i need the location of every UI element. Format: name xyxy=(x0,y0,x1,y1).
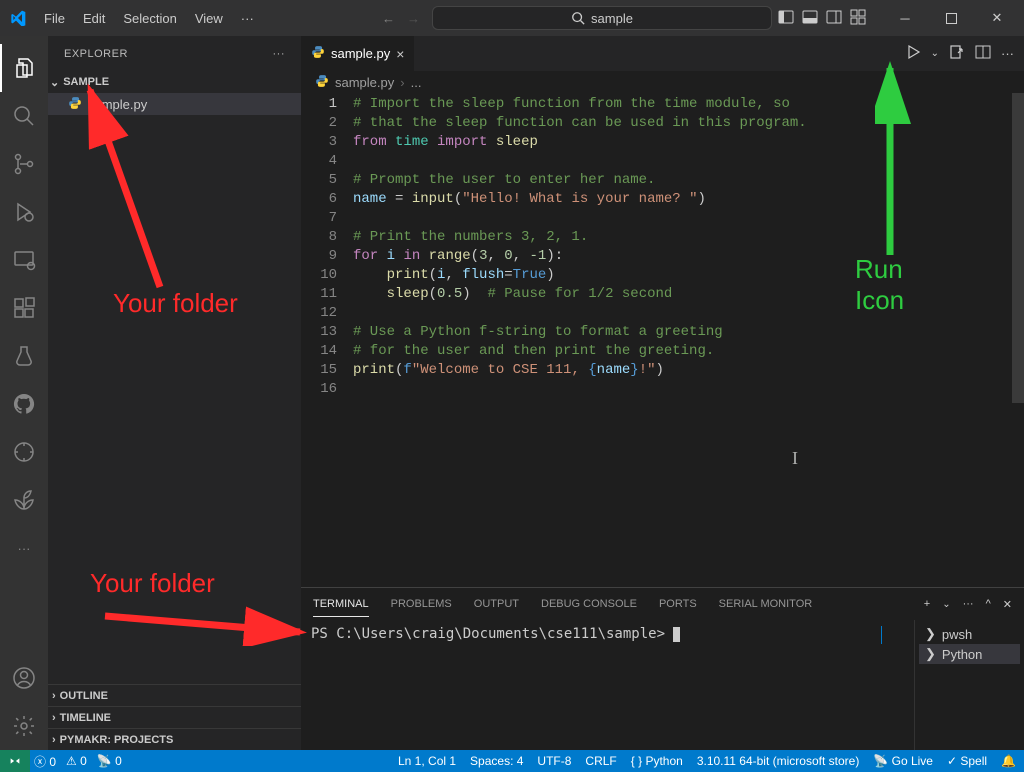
activity-bar: ··· xyxy=(0,36,48,750)
shell-icon: ❯ xyxy=(925,626,936,642)
editor-more-icon[interactable]: ··· xyxy=(1001,46,1014,61)
title-bar: File Edit Selection View ··· ← → sample … xyxy=(0,0,1024,36)
window-close-icon[interactable]: ✕ xyxy=(974,0,1020,36)
nav-forward-icon[interactable]: → xyxy=(407,11,420,26)
terminal-entry-python[interactable]: ❯Python xyxy=(919,644,1020,664)
shell-icon: ❯ xyxy=(925,646,936,662)
terminal-entry-pwsh[interactable]: ❯pwsh xyxy=(919,624,1020,644)
settings-gear-icon[interactable] xyxy=(0,702,48,750)
terminal-cursor xyxy=(673,627,680,642)
breadcrumb-file: sample.py xyxy=(335,75,394,90)
github-icon[interactable] xyxy=(0,380,48,428)
menu-edit[interactable]: Edit xyxy=(75,7,113,30)
go-live-status[interactable]: 📡 Go Live xyxy=(873,754,933,768)
breadcrumb[interactable]: sample.py › ... xyxy=(301,71,1024,93)
new-terminal-icon[interactable]: + xyxy=(924,592,930,616)
python-file-icon xyxy=(68,96,82,113)
language-status[interactable]: { } Python xyxy=(631,754,683,768)
accounts-icon[interactable] xyxy=(0,654,48,702)
customize-layout-icon[interactable] xyxy=(850,9,866,28)
tab-problems[interactable]: PROBLEMS xyxy=(391,592,452,616)
status-bar: ⓧ 0 ⚠ 0 📡 0 Ln 1, Col 1 Spaces: 4 UTF-8 … xyxy=(0,750,1024,772)
tab-terminal[interactable]: TERMINAL xyxy=(313,592,369,617)
indentation-status[interactable]: Spaces: 4 xyxy=(470,754,523,768)
go-file-icon[interactable] xyxy=(949,44,965,63)
run-play-icon[interactable] xyxy=(905,44,921,63)
explorer-sidebar: EXPLORER ··· ⌄ SAMPLE sample.py ›OUTLINE… xyxy=(48,36,301,750)
tab-ports[interactable]: PORTS xyxy=(659,592,697,616)
search-activity-icon[interactable] xyxy=(0,92,48,140)
spell-status[interactable]: ✓ Spell xyxy=(947,754,987,768)
scrollbar[interactable] xyxy=(1012,93,1024,403)
command-center-search[interactable]: sample xyxy=(432,6,772,30)
radio-status[interactable]: 📡 0 xyxy=(97,754,122,768)
editor-group: sample.py × ⌄ ··· sample.py › ... 123456… xyxy=(301,36,1024,750)
errors-status[interactable]: ⓧ 0 xyxy=(34,753,56,770)
terminal-prompt: PS C:\Users\craig\Documents\cse111\sampl… xyxy=(311,626,673,642)
layout-sidebar-right-icon[interactable] xyxy=(826,9,842,28)
code-content[interactable]: # Import the sleep function from the tim… xyxy=(353,93,1024,587)
window-maximize-icon[interactable] xyxy=(928,0,974,36)
sidebar-more-icon[interactable]: ··· xyxy=(273,48,286,60)
target-icon[interactable] xyxy=(0,428,48,476)
more-activity-icon[interactable]: ··· xyxy=(0,524,48,572)
terminal-more-icon[interactable]: ··· xyxy=(963,592,974,616)
python-file-icon xyxy=(315,74,329,91)
vscode-logo-icon xyxy=(4,10,32,26)
menu-view[interactable]: View xyxy=(187,7,231,30)
terminal-list: ❯pwsh ❯Python xyxy=(914,620,1024,750)
source-control-icon[interactable] xyxy=(0,140,48,188)
code-editor[interactable]: 12345678910111213141516 # Import the sle… xyxy=(301,93,1024,587)
tab-output[interactable]: OUTPUT xyxy=(474,592,519,616)
encoding-status[interactable]: UTF-8 xyxy=(537,754,571,768)
line-gutter: 12345678910111213141516 xyxy=(301,93,353,587)
testing-icon[interactable] xyxy=(0,332,48,380)
breadcrumb-more: ... xyxy=(411,75,422,90)
cursor-position[interactable]: Ln 1, Col 1 xyxy=(398,754,456,768)
tab-label: sample.py xyxy=(331,46,390,61)
interpreter-status[interactable]: 3.10.11 64-bit (microsoft store) xyxy=(697,754,860,768)
run-dropdown-icon[interactable]: ⌄ xyxy=(931,48,939,59)
extensions-icon[interactable] xyxy=(0,284,48,332)
layout-sidebar-left-icon[interactable] xyxy=(778,9,794,28)
bottom-panel: TERMINAL PROBLEMS OUTPUT DEBUG CONSOLE P… xyxy=(301,587,1024,750)
close-panel-icon[interactable]: ✕ xyxy=(1003,592,1012,617)
split-editor-icon[interactable] xyxy=(975,44,991,63)
remote-indicator[interactable] xyxy=(0,750,30,772)
menu-more-icon[interactable]: ··· xyxy=(233,7,262,30)
menu-file[interactable]: File xyxy=(36,7,73,30)
run-debug-icon[interactable] xyxy=(0,188,48,236)
pymakr-panel[interactable]: ›PYMAKR: PROJECTS xyxy=(48,728,301,750)
outline-panel[interactable]: ›OUTLINE xyxy=(48,684,301,706)
sidebar-title: EXPLORER xyxy=(64,48,128,60)
folder-name: SAMPLE xyxy=(63,76,109,88)
text-cursor-icon: I xyxy=(792,448,798,469)
tab-bar: sample.py × ⌄ ··· xyxy=(301,36,1024,71)
menu-selection[interactable]: Selection xyxy=(115,7,184,30)
terminal-dropdown-icon[interactable]: ⌄ xyxy=(942,593,950,616)
timeline-panel[interactable]: ›TIMELINE xyxy=(48,706,301,728)
remote-explorer-icon[interactable] xyxy=(0,236,48,284)
eol-status[interactable]: CRLF xyxy=(585,754,616,768)
nav-back-icon[interactable]: ← xyxy=(382,11,395,26)
tab-serial-monitor[interactable]: SERIAL MONITOR xyxy=(719,592,813,616)
terminal[interactable]: PS C:\Users\craig\Documents\cse111\sampl… xyxy=(301,620,914,750)
tab-debug-console[interactable]: DEBUG CONSOLE xyxy=(541,592,637,616)
close-tab-icon[interactable]: × xyxy=(396,46,404,62)
menu-bar: File Edit Selection View ··· xyxy=(36,7,262,30)
file-item-sample[interactable]: sample.py xyxy=(48,93,301,115)
chevron-down-icon: ⌄ xyxy=(50,76,59,89)
folder-root[interactable]: ⌄ SAMPLE xyxy=(48,71,301,93)
warnings-status[interactable]: ⚠ 0 xyxy=(66,754,87,768)
search-value: sample xyxy=(591,11,633,26)
window-minimize-icon[interactable]: ─ xyxy=(882,0,928,36)
file-label: sample.py xyxy=(88,97,147,112)
maximize-panel-icon[interactable]: ^ xyxy=(986,592,991,616)
notifications-icon[interactable]: 🔔 xyxy=(1001,754,1016,768)
explorer-icon[interactable] xyxy=(0,44,48,92)
tab-sample[interactable]: sample.py × xyxy=(301,36,415,71)
python-file-icon xyxy=(311,45,325,62)
plant-icon[interactable] xyxy=(0,476,48,524)
layout-panel-icon[interactable] xyxy=(802,9,818,28)
